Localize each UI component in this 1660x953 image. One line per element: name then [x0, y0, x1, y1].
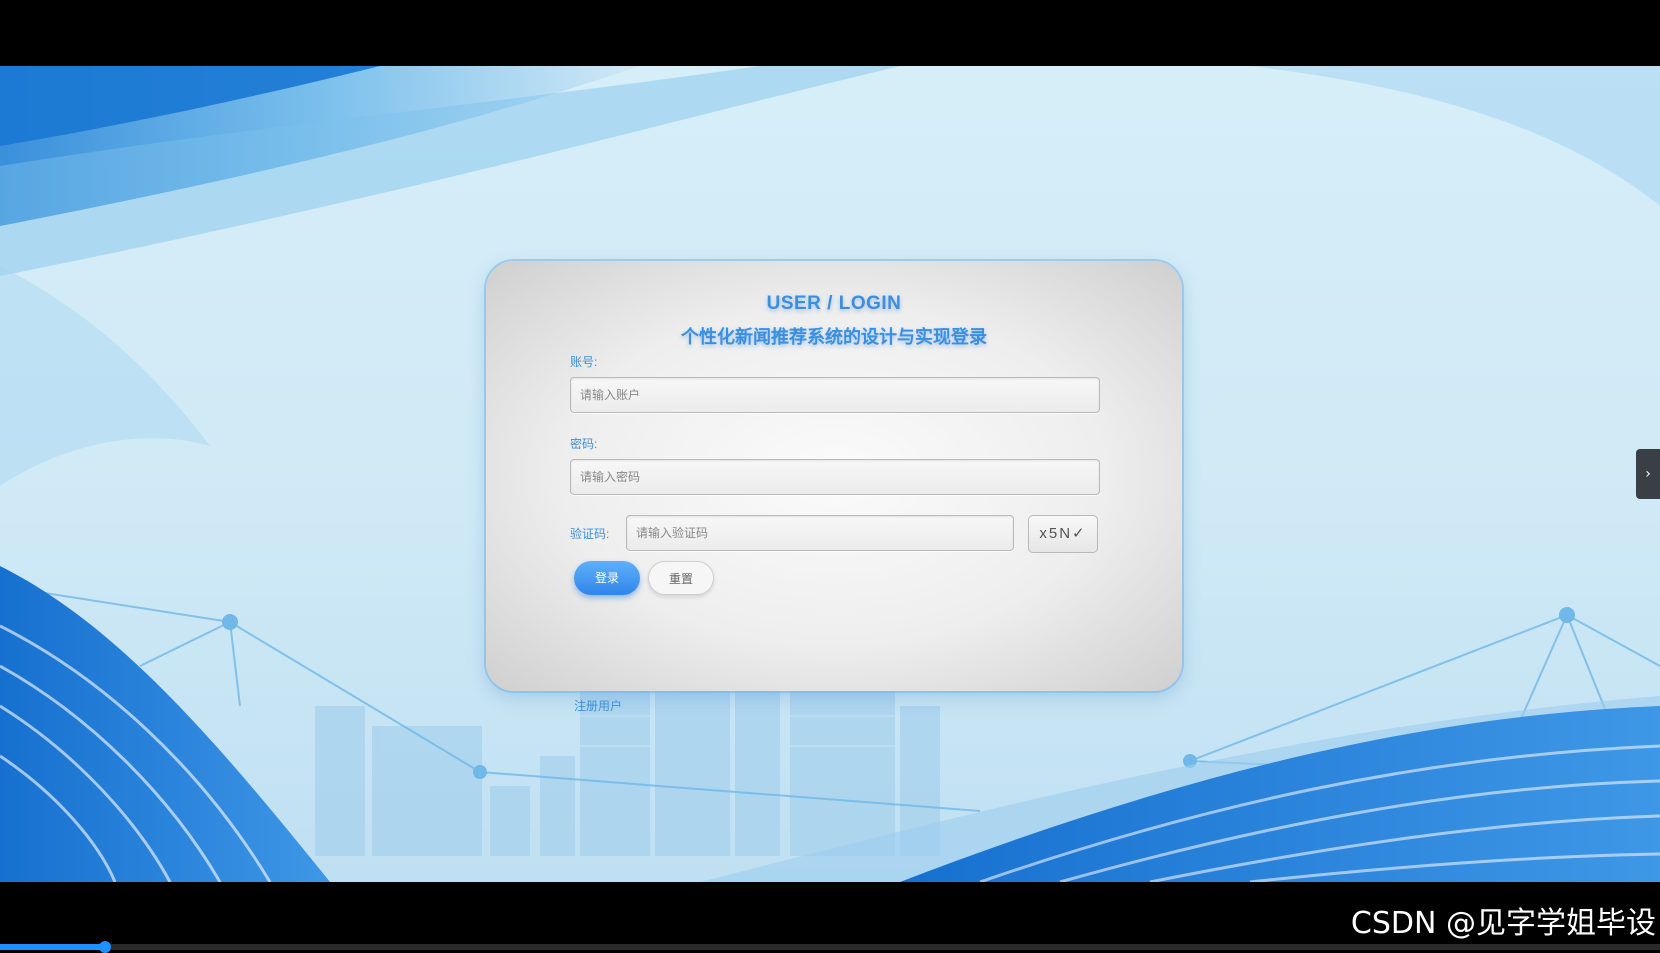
password-label: 密码: [570, 437, 598, 451]
video-progress-fill [0, 944, 105, 950]
captcha-label: 验证码: [570, 527, 610, 541]
register-link[interactable]: 注册用户 [574, 697, 622, 714]
login-title-zh: 个性化新闻推荐系统的设计与实现登录 [681, 327, 987, 347]
video-progress-bar[interactable] [0, 941, 1660, 953]
reset-button-label: 重置 [668, 572, 693, 586]
login-button[interactable]: 登录 [574, 561, 640, 595]
login-button-label: 登录 [594, 571, 619, 585]
video-progress-handle[interactable] [98, 941, 111, 953]
captcha-image[interactable]: x5N✓ [1028, 515, 1098, 553]
account-label: 账号: [570, 355, 598, 369]
chevron-right-icon[interactable]: › [1636, 449, 1660, 499]
reset-button[interactable]: 重置 [648, 561, 714, 595]
csdn-watermark: CSDN @见字学姐毕设 [1350, 906, 1656, 941]
password-input[interactable]: 请输入密码 [570, 459, 1100, 495]
account-input[interactable]: 请输入账户 [570, 377, 1100, 413]
login-title-en: USER / LOGIN [766, 293, 902, 314]
login-page-background: USER / LOGIN 个性化新闻推荐系统的设计与实现登录 账号: 请输入账户… [0, 66, 1660, 882]
login-card: USER / LOGIN 个性化新闻推荐系统的设计与实现登录 账号: 请输入账户… [486, 261, 1182, 713]
captcha-input[interactable]: 请输入验证码 [626, 515, 1014, 551]
